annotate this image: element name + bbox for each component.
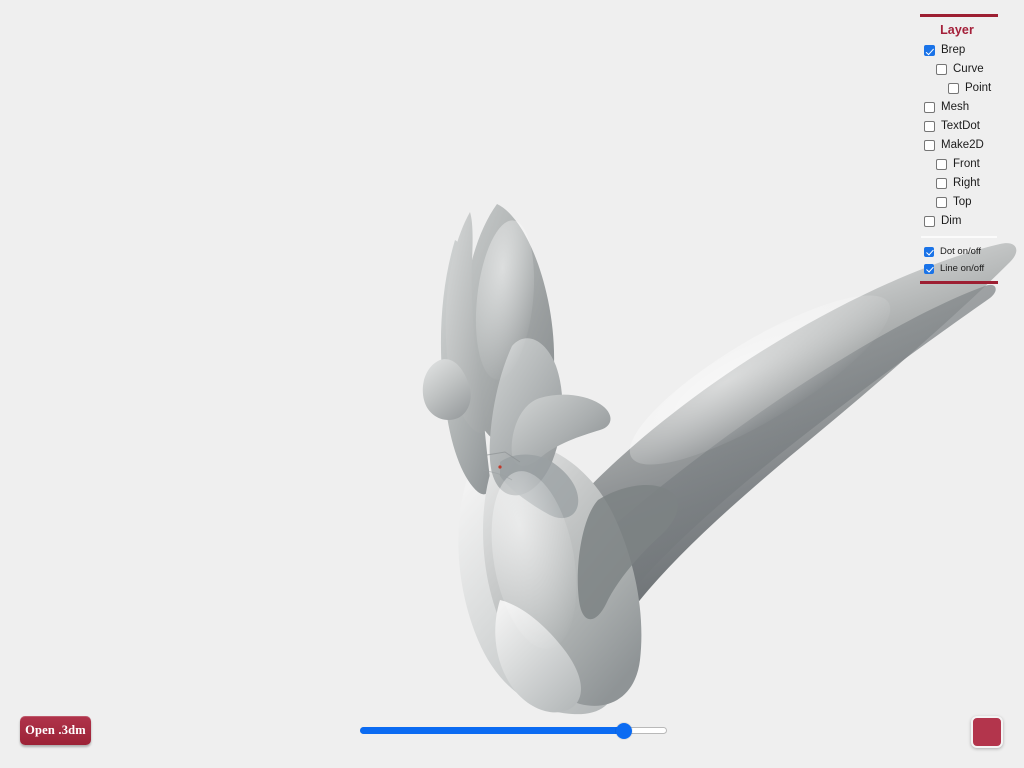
layer-row-dot-on-off[interactable]: Dot on/off (912, 243, 1016, 260)
layer-row-dim[interactable]: Dim (912, 212, 1016, 231)
layer-row-label: Make2D (941, 139, 984, 151)
view-slider[interactable] (360, 723, 667, 739)
checkbox-icon[interactable] (924, 216, 935, 227)
layer-row-front[interactable]: Front (912, 155, 1016, 174)
checkbox-icon[interactable] (948, 83, 959, 94)
layer-toggle-list: Dot on/off Line on/off (912, 243, 1016, 277)
checkbox-icon[interactable] (924, 140, 935, 151)
panel-bottom-rule (920, 281, 998, 284)
checkbox-icon[interactable] (936, 178, 947, 189)
layer-row-label: Line on/off (940, 263, 985, 274)
layer-row-textdot[interactable]: TextDot (912, 117, 1016, 136)
layer-row-point[interactable]: Point (912, 79, 1016, 98)
checkbox-icon[interactable] (924, 102, 935, 113)
checkbox-icon[interactable] (936, 159, 947, 170)
checkbox-icon[interactable] (924, 121, 935, 132)
layer-row-label: Top (953, 196, 972, 208)
layer-row-label: Point (965, 82, 992, 94)
panel-top-rule (920, 14, 998, 17)
model-point-marker (498, 465, 502, 469)
panel-title: Layer (940, 23, 974, 37)
color-swatch-button[interactable] (971, 716, 1003, 748)
checkbox-icon[interactable] (924, 263, 934, 274)
layer-row-label: Right (953, 177, 980, 189)
layer-row-make2d[interactable]: Make2D (912, 136, 1016, 155)
layer-row-label: Dim (941, 215, 962, 227)
layer-row-label: Mesh (941, 101, 970, 113)
checkbox-icon[interactable] (924, 45, 935, 56)
checkbox-icon[interactable] (936, 64, 947, 75)
layer-row-label: Brep (941, 44, 966, 56)
layer-row-label: Curve (953, 63, 984, 75)
layer-row-label: Dot on/off (940, 246, 982, 257)
panel-divider (921, 236, 997, 238)
slider-thumb[interactable] (616, 723, 633, 739)
layer-row-brep[interactable]: Brep (912, 41, 1016, 60)
layer-row-label: Front (953, 158, 980, 170)
checkbox-icon[interactable] (924, 246, 934, 257)
slider-fill (360, 727, 625, 734)
layer-row-mesh[interactable]: Mesh (912, 98, 1016, 117)
layer-panel: Layer Brep Curve Point Mesh TextDot Make2D Fro… (912, 14, 1016, 284)
layer-row-curve[interactable]: Curve (912, 60, 1016, 79)
layer-list: Brep Curve Point Mesh TextDot Make2D Front Righ… (912, 41, 1016, 231)
open-3dm-button[interactable]: Open .3dm (20, 716, 91, 745)
layer-row-right[interactable]: Right (912, 174, 1016, 193)
layer-row-line-on-off[interactable]: Line on/off (912, 260, 1016, 277)
3d-model-render (422, 204, 1017, 715)
layer-row-top[interactable]: Top (912, 193, 1016, 212)
layer-row-label: TextDot (941, 120, 980, 132)
checkbox-icon[interactable] (936, 197, 947, 208)
3d-model-viewport[interactable] (0, 0, 1024, 768)
